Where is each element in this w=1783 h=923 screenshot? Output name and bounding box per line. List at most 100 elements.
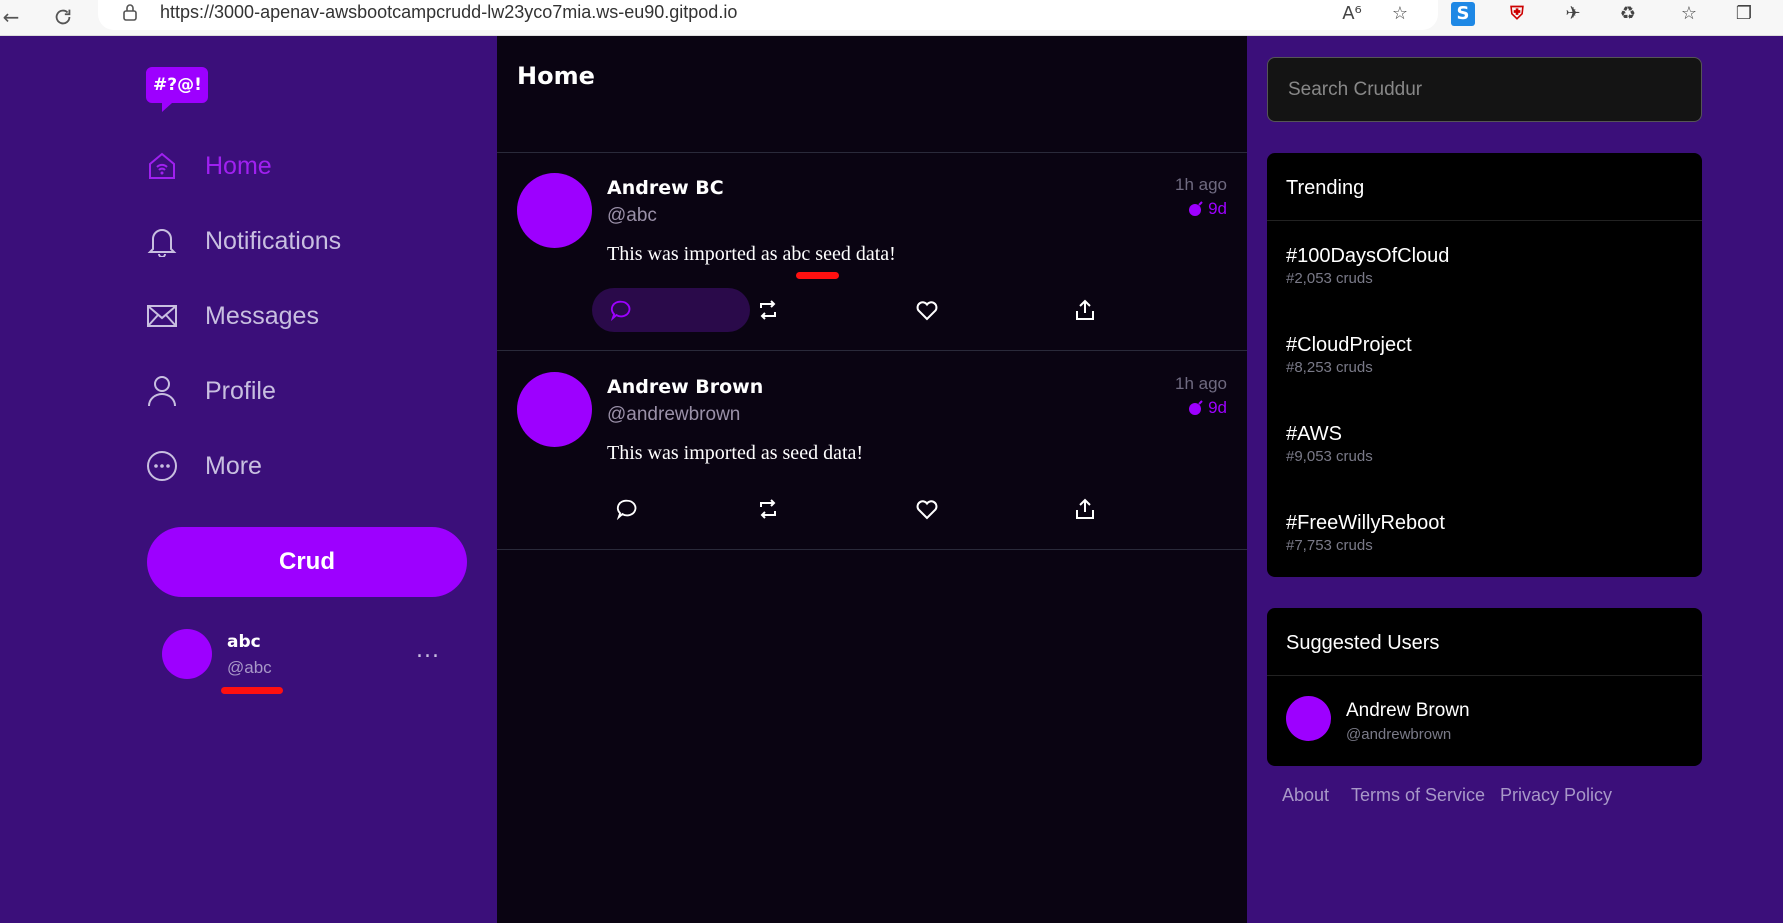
trending-title: Trending <box>1267 153 1702 221</box>
trending-count: #8,253 cruds <box>1286 359 1373 376</box>
activity-item[interactable]: Andrew BC @abc 1h ago 9d This was import… <box>497 153 1247 351</box>
like-button[interactable] <box>892 487 962 531</box>
sidebar-item-more[interactable]: More <box>145 444 485 488</box>
activity-time: 1h ago <box>1175 374 1227 393</box>
crud-button[interactable]: Crud <box>147 527 467 597</box>
avatar[interactable] <box>517 173 592 248</box>
annotation-underline <box>796 272 839 279</box>
more-circle-icon <box>145 449 179 483</box>
trending-tag: #CloudProject <box>1286 334 1412 356</box>
repost-button[interactable] <box>733 487 803 531</box>
back-icon[interactable]: ← <box>0 6 22 28</box>
trending-panel: Trending #100DaysOfCloud #2,053 cruds #C… <box>1267 153 1702 577</box>
activity-message: This was imported as seed data! <box>607 442 864 464</box>
avatar[interactable] <box>162 629 212 679</box>
heart-icon <box>915 497 939 521</box>
activity-message: This was imported as abc seed data! <box>607 243 896 265</box>
trending-count: #9,053 cruds <box>1286 448 1373 465</box>
share-icon <box>1073 497 1097 521</box>
repost-icon <box>756 298 780 322</box>
favorites-icon[interactable]: ☆ <box>1677 2 1701 26</box>
extensions-puzzle-icon[interactable]: ♻ <box>1616 2 1640 26</box>
lock-icon <box>122 3 138 21</box>
home-icon <box>145 149 179 183</box>
activity-handle[interactable]: @abc <box>607 205 657 227</box>
suggested-users-title: Suggested Users <box>1267 608 1702 676</box>
page-title: Home <box>517 62 595 90</box>
heart-icon <box>915 298 939 322</box>
trending-item[interactable]: #CloudProject #8,253 cruds <box>1286 334 1412 376</box>
feed-header: Home <box>497 36 1247 153</box>
trending-item[interactable]: #AWS #9,053 cruds <box>1286 423 1373 465</box>
trending-count: #7,753 cruds <box>1286 537 1373 554</box>
sidebar-item-label: Notifications <box>205 226 342 255</box>
profile-name: abc <box>227 632 261 652</box>
logo-text: #?@! <box>153 75 202 95</box>
read-aloud-icon[interactable]: A⁶ <box>1340 2 1364 26</box>
expires-label: 9d <box>1208 199 1227 218</box>
trending-tag: #FreeWillyReboot <box>1286 512 1445 534</box>
activity-actions <box>592 288 1152 332</box>
suggested-user-name[interactable]: Andrew Brown <box>1346 700 1470 722</box>
activity-display-name[interactable]: Andrew BC <box>607 177 724 199</box>
activity-expires: 9d <box>1188 398 1227 418</box>
sidebar-item-profile[interactable]: Profile <box>145 369 485 413</box>
about-link[interactable]: About <box>1282 785 1329 806</box>
avatar[interactable] <box>1286 696 1331 741</box>
search-input[interactable] <box>1267 57 1702 122</box>
bell-icon <box>145 224 179 258</box>
profile-more-button[interactable]: ... <box>416 638 440 663</box>
repost-button[interactable] <box>733 288 803 332</box>
extension-icon[interactable]: ✈ <box>1561 2 1585 26</box>
terms-link[interactable]: Terms of Service <box>1351 785 1485 806</box>
annotation-underline <box>221 687 283 694</box>
ublock-extension-icon[interactable]: ⛨ <box>1505 2 1529 26</box>
sidebar-item-messages[interactable]: Messages <box>145 294 485 338</box>
sidebar-item-notifications[interactable]: Notifications <box>145 219 485 263</box>
reply-icon <box>616 498 638 520</box>
activity-handle[interactable]: @andrewbrown <box>607 404 740 426</box>
bomb-icon <box>1188 201 1204 217</box>
repost-icon <box>756 497 780 521</box>
sidebar-item-home[interactable]: Home <box>145 144 485 188</box>
envelope-icon <box>145 299 179 333</box>
skype-extension-icon[interactable]: S <box>1451 2 1475 26</box>
trending-item[interactable]: #FreeWillyReboot #7,753 cruds <box>1286 512 1445 554</box>
trending-tag: #100DaysOfCloud <box>1286 245 1450 267</box>
suggested-users-panel: Suggested Users Andrew Brown @andrewbrow… <box>1267 608 1702 766</box>
reply-button[interactable] <box>592 487 662 531</box>
share-icon <box>1073 298 1097 322</box>
collections-icon[interactable]: ❐ <box>1732 2 1756 26</box>
activity-item[interactable]: Andrew Brown @andrewbrown 1h ago 9d This… <box>497 352 1247 550</box>
profile-handle: @abc <box>227 658 272 677</box>
reload-icon[interactable] <box>52 6 74 28</box>
sidebar: #?@! Home Notifications Messages Profile… <box>0 36 497 923</box>
like-button[interactable] <box>892 288 962 332</box>
activity-time: 1h ago <box>1175 175 1227 194</box>
activity-display-name[interactable]: Andrew Brown <box>607 376 763 398</box>
suggested-user-handle[interactable]: @andrewbrown <box>1346 726 1451 743</box>
share-button[interactable] <box>1050 288 1120 332</box>
cruddur-logo[interactable]: #?@! <box>146 63 208 113</box>
feed: Home Andrew BC @abc 1h ago 9d This was i… <box>497 36 1247 923</box>
expires-label: 9d <box>1208 398 1227 417</box>
activity-expires: 9d <box>1188 199 1227 219</box>
sidebar-item-label: Home <box>205 151 272 180</box>
reply-button[interactable] <box>592 288 750 332</box>
trending-count: #2,053 cruds <box>1286 270 1373 287</box>
trending-item[interactable]: #100DaysOfCloud #2,053 cruds <box>1286 245 1449 287</box>
sidebar-item-label: Profile <box>205 376 276 405</box>
address-bar[interactable]: https://3000-apenav-awsbootcampcrudd-lw2… <box>98 0 1438 30</box>
share-button[interactable] <box>1050 487 1120 531</box>
person-icon <box>145 374 179 408</box>
sidebar-item-label: Messages <box>205 301 319 330</box>
privacy-link[interactable]: Privacy Policy <box>1500 785 1612 806</box>
bomb-icon <box>1188 400 1204 416</box>
trending-tag: #AWS <box>1286 423 1342 445</box>
url-text: https://3000-apenav-awsbootcampcrudd-lw2… <box>160 2 738 22</box>
browser-toolbar: ← https://3000-apenav-awsbootcampcrudd-l… <box>0 0 1783 36</box>
add-favorite-icon[interactable]: ☆ <box>1388 2 1412 26</box>
reply-icon <box>610 299 632 321</box>
avatar[interactable] <box>517 372 592 447</box>
activity-actions <box>592 487 1152 531</box>
